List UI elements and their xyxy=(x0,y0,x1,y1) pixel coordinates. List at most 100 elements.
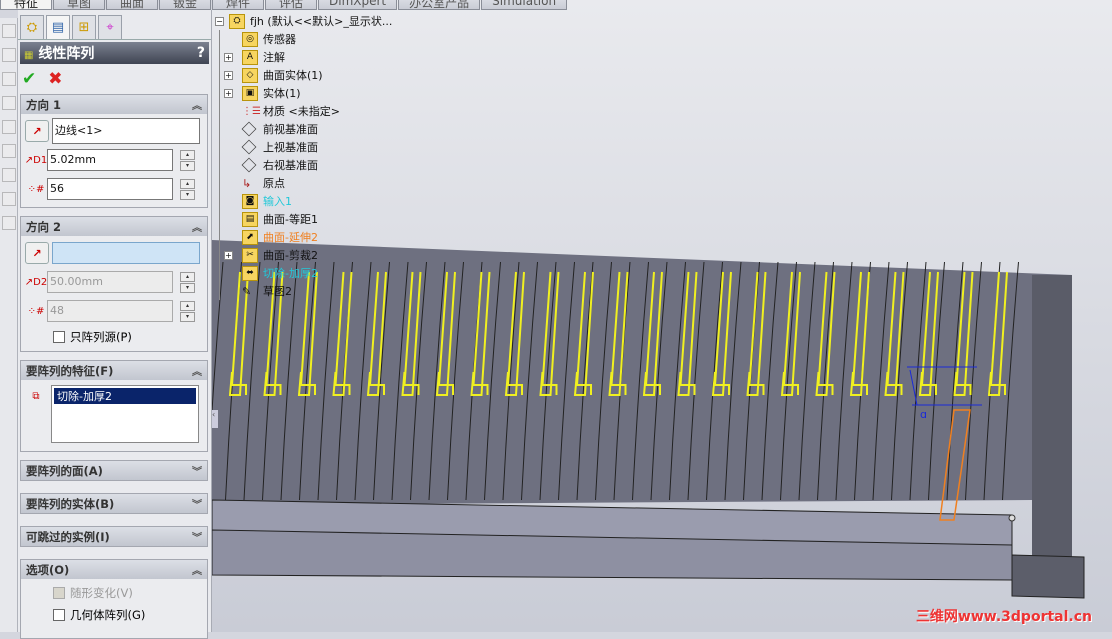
panel-splitter[interactable]: ‹ xyxy=(212,410,218,428)
tree-label: 右视基准面 xyxy=(263,159,318,172)
command-tab[interactable]: 办公室产品 xyxy=(398,0,481,10)
tree-item[interactable]: ✎ 草图2 xyxy=(242,282,435,300)
toolbar-button[interactable] xyxy=(2,72,16,86)
spacing-spinner[interactable]: ▴ ▾ xyxy=(180,271,195,293)
expand-icon[interactable]: + xyxy=(224,70,233,80)
property-manager-icon[interactable]: ▤ xyxy=(46,15,70,39)
tree-label: 实体(1) xyxy=(263,87,301,100)
count-spinner[interactable]: ▴ ▾ xyxy=(180,178,195,200)
tree-item[interactable]: ◎ 传感器 xyxy=(242,30,435,48)
features-header[interactable]: 要阵列的特征(F) ︽ xyxy=(21,361,207,380)
tree-label: 注解 xyxy=(263,51,285,64)
ok-button[interactable]: ✔ xyxy=(22,69,36,89)
options-header[interactable]: 选项(O) ︽ xyxy=(21,560,207,579)
expand-icon[interactable]: + xyxy=(224,250,233,260)
command-tab[interactable]: 草图 xyxy=(53,0,105,10)
direction1-edge-field[interactable]: 边线<1> xyxy=(52,118,200,144)
list-item[interactable]: 切除-加厚2 xyxy=(54,388,196,404)
feature-tree: − ⛭ fjh (默认<<默认>_显示状... ◎ 传感器 + A 注解 + ◇ 曲面实体(1) +… xyxy=(215,12,435,300)
tree-item[interactable]: 前视基准面 xyxy=(241,120,435,138)
toolbar-button[interactable] xyxy=(2,96,16,110)
expand-icon[interactable]: + xyxy=(224,52,233,62)
toolbar-button[interactable] xyxy=(2,216,16,230)
tree-item[interactable]: ▤ 曲面-等距1 xyxy=(242,210,435,228)
collapse-icon[interactable]: ︽ xyxy=(192,363,202,378)
material-icon: ⋮☰ xyxy=(242,105,261,117)
tree-item[interactable]: ⬌ 切除-加厚2 xyxy=(242,264,435,282)
linear-pattern-icon: ▦ xyxy=(24,50,34,61)
instances-icon: ⁘# xyxy=(27,305,45,317)
command-tab[interactable]: 特征 xyxy=(0,0,52,10)
tree-item[interactable]: ⬈ 曲面-延伸2 xyxy=(242,228,435,246)
tree-item[interactable]: + A 注解 xyxy=(224,48,435,66)
base-block xyxy=(1011,554,1085,599)
direction1-header[interactable]: 方向 1 ︽ xyxy=(21,95,207,114)
spacing-icon: ↗D2 xyxy=(24,276,48,288)
direction2-edge-field[interactable] xyxy=(52,242,200,264)
tree-item[interactable]: 右视基准面 xyxy=(241,156,435,174)
direction2-spacing-field[interactable]: 50.00mm xyxy=(47,271,173,293)
tree-item[interactable]: ◙ 输入1 xyxy=(242,192,435,210)
toolbar-button[interactable] xyxy=(2,168,16,182)
toolbar-button[interactable] xyxy=(2,192,16,206)
features-icon: ⧉ xyxy=(32,390,40,402)
toolbar-button[interactable] xyxy=(2,48,16,62)
section-title: 要阵列的特征(F) xyxy=(26,363,114,378)
vary-sketch-checkbox[interactable]: 随形变化(V) xyxy=(53,585,207,601)
collapse-icon[interactable]: ︽ xyxy=(192,97,202,112)
skip-header[interactable]: 可跳过的实例(I) ︾ xyxy=(21,527,207,546)
count-spinner[interactable]: ▴ ▾ xyxy=(180,300,195,322)
surface-trim-icon: ✂ xyxy=(242,247,258,263)
tree-label: 传感器 xyxy=(263,33,296,46)
collapse-icon[interactable]: − xyxy=(215,16,224,26)
skip-section: 可跳过的实例(I) ︾ xyxy=(20,526,208,547)
checkbox-label: 只阵列源(P) xyxy=(70,330,132,344)
reverse-direction-button[interactable]: ↗ xyxy=(25,242,49,264)
reverse-direction-button[interactable]: ↗ xyxy=(25,120,49,142)
cancel-button[interactable]: ✖ xyxy=(48,69,62,89)
only-seed-checkbox[interactable]: 只阵列源(P) xyxy=(53,329,207,345)
help-button[interactable]: ? xyxy=(197,45,205,61)
faces-header[interactable]: 要阵列的面(A) ︾ xyxy=(21,461,207,480)
geometry-pattern-checkbox[interactable]: 几何体阵列(G) xyxy=(53,607,207,623)
surface-extend-icon: ⬈ xyxy=(242,229,258,245)
solid-bodies-folder-icon: ▣ xyxy=(242,85,258,101)
feature-manager-icon[interactable]: ⛭ xyxy=(20,15,44,39)
configuration-manager-icon[interactable]: ⊞ xyxy=(72,15,96,39)
tree-item[interactable]: + ✂ 曲面-剪裁2 xyxy=(224,246,435,264)
direction1-count-field[interactable]: 56 xyxy=(47,178,173,200)
command-tab[interactable]: 曲面 xyxy=(106,0,158,10)
command-tab[interactable]: 焊件 xyxy=(212,0,264,10)
direction1-spacing-field[interactable]: 5.02mm xyxy=(47,149,173,171)
expand-icon[interactable]: ︾ xyxy=(192,463,202,478)
expand-icon[interactable]: ︾ xyxy=(192,496,202,511)
collapse-icon[interactable]: ︽ xyxy=(192,562,202,577)
command-tab[interactable]: DimXpert xyxy=(318,0,398,10)
command-manager-tabs: 特征 草图 曲面 钣金 焊件 评估 DimXpert 办公室产品 Simulation xyxy=(0,0,568,10)
toolbar-button[interactable] xyxy=(2,120,16,134)
plane-icon xyxy=(241,139,257,155)
tree-item[interactable]: ⋮☰ 材质 <未指定> xyxy=(242,102,435,120)
tree-item[interactable]: 上视基准面 xyxy=(241,138,435,156)
expand-icon[interactable]: ︾ xyxy=(192,529,202,544)
tree-label: 草图2 xyxy=(263,285,292,298)
collapse-icon[interactable]: ︽ xyxy=(192,219,202,234)
watermark: 三维网www.3dportal.cn xyxy=(915,609,1092,625)
toolbar-button[interactable] xyxy=(2,144,16,158)
tree-label: 曲面-剪裁2 xyxy=(263,249,318,262)
command-tab[interactable]: 钣金 xyxy=(159,0,211,10)
dimxpert-manager-icon[interactable]: ⌖ xyxy=(98,15,122,39)
spacing-spinner[interactable]: ▴ ▾ xyxy=(180,149,195,171)
tree-item[interactable]: ↳ 原点 xyxy=(242,174,435,192)
command-tab[interactable]: Simulation xyxy=(481,0,568,10)
tree-item[interactable]: + ▣ 实体(1) xyxy=(224,84,435,102)
tree-root[interactable]: − ⛭ fjh (默认<<默认>_显示状... xyxy=(215,12,435,30)
command-tab[interactable]: 评估 xyxy=(265,0,317,10)
direction2-count-field[interactable]: 48 xyxy=(47,300,173,322)
bodies-header[interactable]: 要阵列的实体(B) ︾ xyxy=(21,494,207,513)
tree-item[interactable]: + ◇ 曲面实体(1) xyxy=(224,66,435,84)
features-list[interactable]: 切除-加厚2 xyxy=(51,385,199,443)
toolbar-button[interactable] xyxy=(2,24,16,38)
expand-icon[interactable]: + xyxy=(224,88,233,98)
direction2-header[interactable]: 方向 2 ︽ xyxy=(21,217,207,236)
